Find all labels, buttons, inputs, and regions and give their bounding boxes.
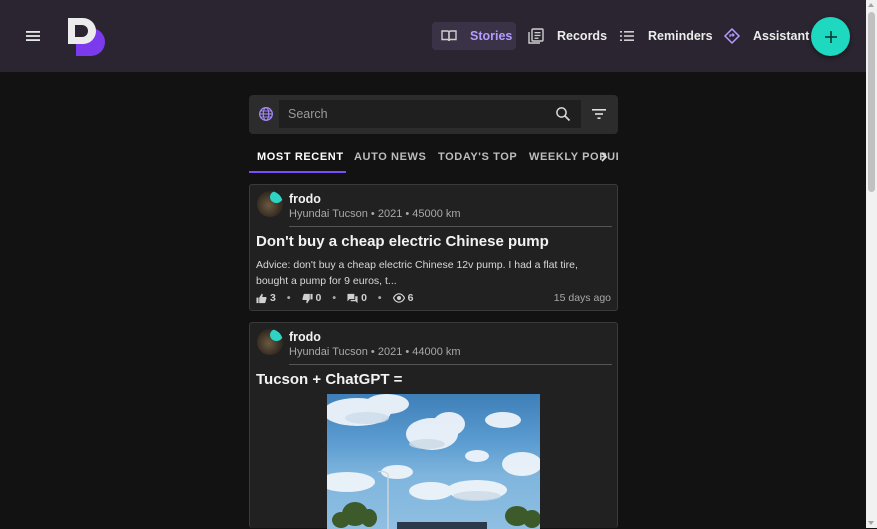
stat-separator: • (377, 292, 382, 304)
avatar[interactable] (257, 191, 283, 217)
story-author[interactable]: frodo (289, 192, 321, 206)
nav-stories[interactable]: Stories (432, 22, 516, 50)
comment-count: 0 (361, 292, 367, 304)
filter-icon[interactable] (591, 107, 607, 121)
nav-records[interactable]: Records (527, 22, 607, 50)
views-stat: 6 (392, 292, 414, 304)
story-stats: 3 • 0 • 0 • 6 (256, 291, 413, 305)
comments-button[interactable]: 0 (347, 292, 367, 304)
nav-assistant[interactable]: Assistant (723, 22, 809, 50)
search-bar (249, 95, 618, 134)
eye-icon (392, 293, 405, 303)
divider (289, 364, 612, 365)
chevron-right-icon[interactable] (597, 149, 611, 165)
story-card[interactable]: frodo Hyundai Tucson • 2021 • 45000 km D… (249, 184, 618, 311)
tab-todays-top[interactable]: TODAY'S TOP (438, 142, 517, 172)
search-icon[interactable] (555, 106, 571, 122)
page-scrollbar[interactable] (866, 0, 877, 528)
active-tab-indicator (249, 171, 346, 173)
story-title[interactable]: Don't buy a cheap electric Chinese pump (256, 233, 549, 250)
scroll-up-arrow-icon[interactable] (868, 3, 874, 7)
tab-auto-news[interactable]: AUTO NEWS (354, 142, 426, 172)
nav-stories-label: Stories (470, 29, 513, 43)
avatar[interactable] (257, 329, 283, 355)
thumbs-down-icon (301, 293, 313, 303)
plus-icon (824, 30, 837, 43)
tab-most-recent[interactable]: MOST RECENT (257, 142, 344, 172)
avatar-highlight (270, 191, 283, 203)
nav-reminders[interactable]: Reminders (618, 22, 713, 50)
globe-icon[interactable] (258, 106, 274, 122)
diamond-icon (723, 27, 741, 45)
thumbs-up-icon (256, 293, 267, 303)
comments-icon (347, 293, 358, 303)
list-icon (618, 27, 636, 45)
avatar-highlight (270, 329, 283, 341)
story-card[interactable]: frodo Hyundai Tucson • 2021 • 44000 km T… (249, 322, 618, 529)
stat-separator: • (286, 292, 291, 304)
records-icon (527, 27, 545, 45)
divider (289, 226, 612, 227)
top-app-bar: Stories Records Reminders Assistant (0, 0, 866, 72)
book-open-icon (440, 27, 458, 45)
stat-separator: • (332, 292, 337, 304)
nav-assistant-label: Assistant (753, 29, 810, 43)
story-author[interactable]: frodo (289, 330, 321, 344)
story-timestamp: 15 days ago (553, 292, 611, 304)
nav-reminders-label: Reminders (648, 29, 713, 43)
story-excerpt: Advice: don't buy a cheap electric Chine… (256, 259, 578, 287)
nav-records-label: Records (557, 29, 608, 43)
hamburger-menu-icon[interactable] (22, 25, 44, 47)
view-count: 6 (407, 292, 414, 304)
story-photo[interactable] (327, 394, 540, 529)
story-vehicle: Hyundai Tucson • 2021 • 44000 km (289, 346, 461, 358)
dislike-button[interactable]: 0 (301, 292, 322, 304)
scrollbar-thumb[interactable] (868, 12, 875, 192)
like-count: 3 (270, 292, 276, 304)
story-title[interactable]: Tucson + ChatGPT = (256, 371, 402, 388)
story-vehicle: Hyundai Tucson • 2021 • 45000 km (289, 208, 461, 220)
dislike-count: 0 (315, 292, 322, 304)
feed-tabs: MOST RECENT AUTO NEWS TODAY'S TOP WEEKLY… (249, 142, 618, 174)
add-story-button[interactable] (811, 17, 850, 56)
app-logo[interactable] (64, 14, 110, 58)
search-input[interactable] (279, 100, 581, 128)
scroll-down-arrow-icon[interactable] (868, 521, 874, 525)
like-button[interactable]: 3 (256, 292, 276, 304)
